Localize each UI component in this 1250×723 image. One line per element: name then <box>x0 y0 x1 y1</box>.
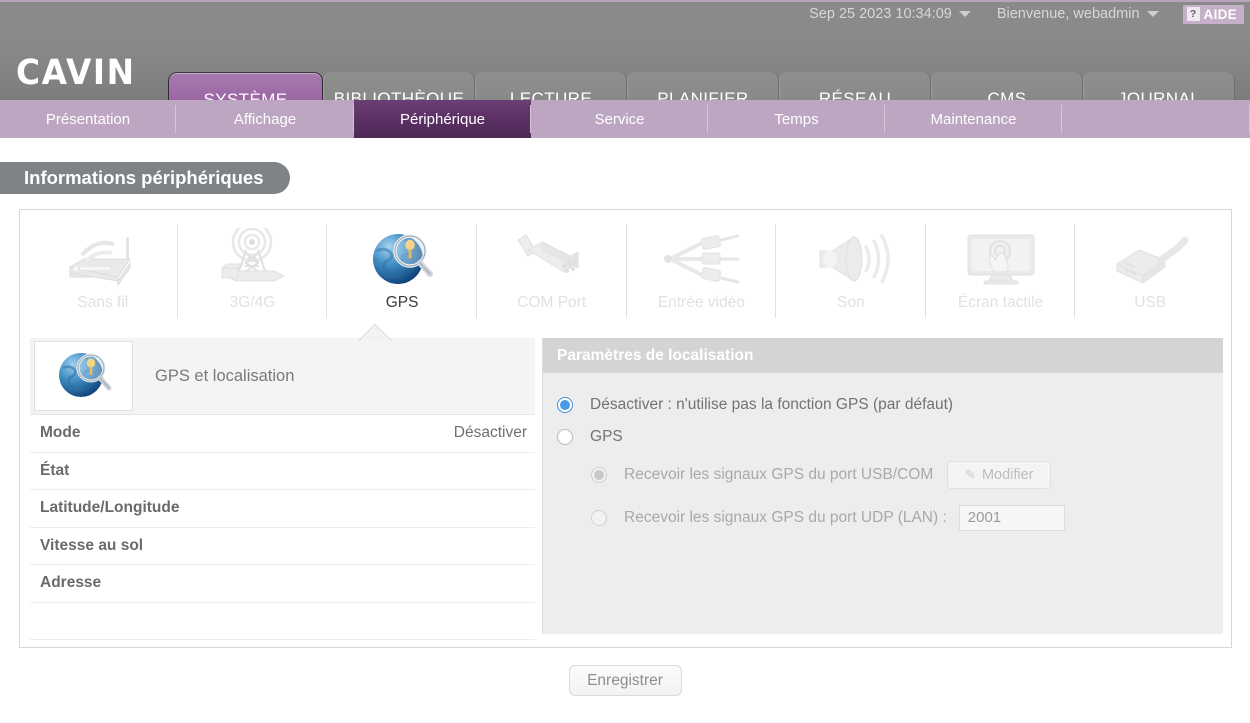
sub-tab-affichage[interactable]: Affichage <box>176 100 354 138</box>
device-tab-usb[interactable]: USB <box>1075 220 1225 322</box>
settings-options: Désactiver : n'utilise pas la fonction G… <box>543 373 1223 539</box>
active-tab-pointer <box>357 323 395 341</box>
radio-disable-gps[interactable] <box>557 397 574 413</box>
top-utility-bar: Sep 25 2023 10:34:09 Bienvenue, webadmin… <box>0 0 1250 26</box>
modify-button[interactable]: ✎ Modifier <box>947 460 1052 489</box>
footer-ghost-strip <box>0 716 1250 723</box>
sub-tab-service[interactable]: Service <box>531 100 708 138</box>
device-tab-label: Son <box>837 294 865 311</box>
chevron-down-icon <box>958 11 971 17</box>
save-button[interactable]: Enregistrer <box>568 665 682 696</box>
usb-plug-icon <box>1107 226 1193 292</box>
device-tab-label: COM Port <box>517 294 587 311</box>
info-row-key: Latitude/Longitude <box>40 499 180 517</box>
sub-tab-label: Périphérique <box>399 110 486 128</box>
wireless-router-icon <box>60 226 146 292</box>
sub-tab-maintenance[interactable]: Maintenance <box>885 100 1062 138</box>
option-gps-usbcom-label: Recevoir les signaux GPS du port USB/COM <box>624 465 934 483</box>
help-button[interactable]: ? AIDE <box>1182 4 1244 24</box>
rca-cables-icon <box>658 226 744 292</box>
device-tab-sans-fil[interactable]: Sans fil <box>28 220 178 322</box>
device-tab-com-port[interactable]: COM Port <box>477 220 627 322</box>
option-enable-gps-label: GPS <box>590 428 623 445</box>
globe-magnifier-icon <box>34 341 133 411</box>
info-row-value: Désactiver <box>453 424 528 442</box>
user-menu[interactable]: Bienvenue, webadmin <box>997 6 1159 22</box>
pencil-icon: ✎ <box>965 466 976 482</box>
modify-button-label: Modifier <box>981 466 1034 483</box>
sub-tab-label: Affichage <box>233 110 297 128</box>
device-tab-entr-e-vid-o[interactable]: Entrée vidéo <box>627 220 777 322</box>
touchscreen-icon <box>958 226 1044 292</box>
globe-magnifier-icon-svg <box>58 353 111 397</box>
welcome-label: Bienvenue, webadmin <box>996 6 1140 22</box>
sub-tab-label: Maintenance <box>930 110 1017 128</box>
page-title: Informations périphériques <box>0 162 290 194</box>
device-info-card: Sans fil 3G/4G GPS COM Port Entrée vidéo Son É… <box>19 209 1232 648</box>
option-enable-gps[interactable]: GPS <box>557 421 1223 453</box>
info-row-key: Vitesse au sol <box>40 536 144 554</box>
sub-tab-p-riph-rique[interactable]: Périphérique <box>354 100 531 138</box>
info-row: Adresse <box>30 565 536 603</box>
sub-tab-label: Service <box>594 110 645 128</box>
option-gps-usbcom[interactable]: Recevoir les signaux GPS du port USB/COM… <box>591 453 1223 496</box>
device-tab-label: USB <box>1134 294 1167 311</box>
radio-gps-udp[interactable] <box>591 509 608 526</box>
sub-tab-label: Temps <box>774 110 819 128</box>
speaker-icon <box>808 226 894 292</box>
device-tab-label: 3G/4G <box>229 294 276 311</box>
device-panels: GPS et localisation Mode Désactiver État La… <box>20 324 1233 648</box>
radio-gps-usbcom[interactable] <box>591 466 608 483</box>
gps-info-header: GPS et localisation <box>30 338 536 415</box>
device-tab-label: Entrée vidéo <box>657 294 745 311</box>
help-label: AIDE <box>1203 6 1237 22</box>
chevron-down-icon <box>1146 11 1159 17</box>
sub-tab-temps[interactable]: Temps <box>708 100 885 138</box>
serial-connector-icon <box>510 226 594 292</box>
info-row: Latitude/Longitude <box>30 490 536 528</box>
datetime-label: Sep 25 2023 10:34:09 <box>809 6 952 22</box>
gps-info-panel: GPS et localisation Mode Désactiver État La… <box>30 338 536 640</box>
device-tab-label: GPS <box>385 294 419 311</box>
app-header: CAVIN SYSTÈME BIBLIOTHÈQUE LECTURE PLANIFIE… <box>0 26 1250 126</box>
option-disable-gps[interactable]: Désactiver : n'utilise pas la fonction G… <box>557 389 1223 421</box>
radio-enable-gps[interactable] <box>557 429 574 445</box>
device-tab-3g-4g[interactable]: 3G/4G <box>178 220 328 322</box>
sub-tab-pr-sentation[interactable]: Présentation <box>0 100 176 138</box>
option-disable-gps-label: Désactiver : n'utilise pas la fonction G… <box>590 396 954 413</box>
sub-tab-label: Présentation <box>45 110 131 128</box>
info-row-key: Adresse <box>40 574 102 592</box>
datetime-menu[interactable]: Sep 25 2023 10:34:09 <box>809 6 971 22</box>
option-gps-udp-label: Recevoir les signaux GPS du port UDP (LA… <box>624 508 947 526</box>
settings-panel-header: Paramètres de localisation <box>543 338 1223 373</box>
udp-port-input[interactable] <box>958 504 1065 531</box>
sub-tab-empty <box>1062 100 1250 138</box>
info-row-key: État <box>40 461 70 479</box>
device-tab-son[interactable]: Son <box>776 220 926 322</box>
cayin-logo: CAVIN <box>16 53 136 93</box>
globe-magnifier-icon <box>369 226 435 292</box>
device-tab-gps[interactable]: GPS <box>327 220 477 322</box>
option-gps-udp[interactable]: Recevoir les signaux GPS du port UDP (LA… <box>591 496 1223 539</box>
info-row: État <box>30 453 536 490</box>
info-row: Vitesse au sol <box>30 528 536 565</box>
device-tab-label: Sans fil <box>77 294 129 311</box>
info-row-spacer <box>30 603 536 640</box>
info-row: Mode Désactiver <box>30 415 536 453</box>
device-tab-strip: Sans fil 3G/4G GPS COM Port Entrée vidéo Son É… <box>20 210 1233 324</box>
device-tab-label: Écran tactile <box>957 294 1044 311</box>
gps-info-title: GPS et localisation <box>155 366 295 385</box>
location-settings-panel: Paramètres de localisation Désactiver : … <box>542 338 1223 634</box>
gps-info-rows: Mode Désactiver État Latitude/Longitude Vite… <box>30 415 536 640</box>
device-tab--cran-tactile[interactable]: Écran tactile <box>926 220 1076 322</box>
cell-tower-icon <box>212 226 292 292</box>
action-bar: Enregistrer <box>0 665 1250 696</box>
sub-navigation: Présentation Affichage Périphérique Service… <box>0 100 1250 138</box>
question-mark-icon: ? <box>1186 7 1200 21</box>
info-row-key: Mode <box>40 424 81 442</box>
